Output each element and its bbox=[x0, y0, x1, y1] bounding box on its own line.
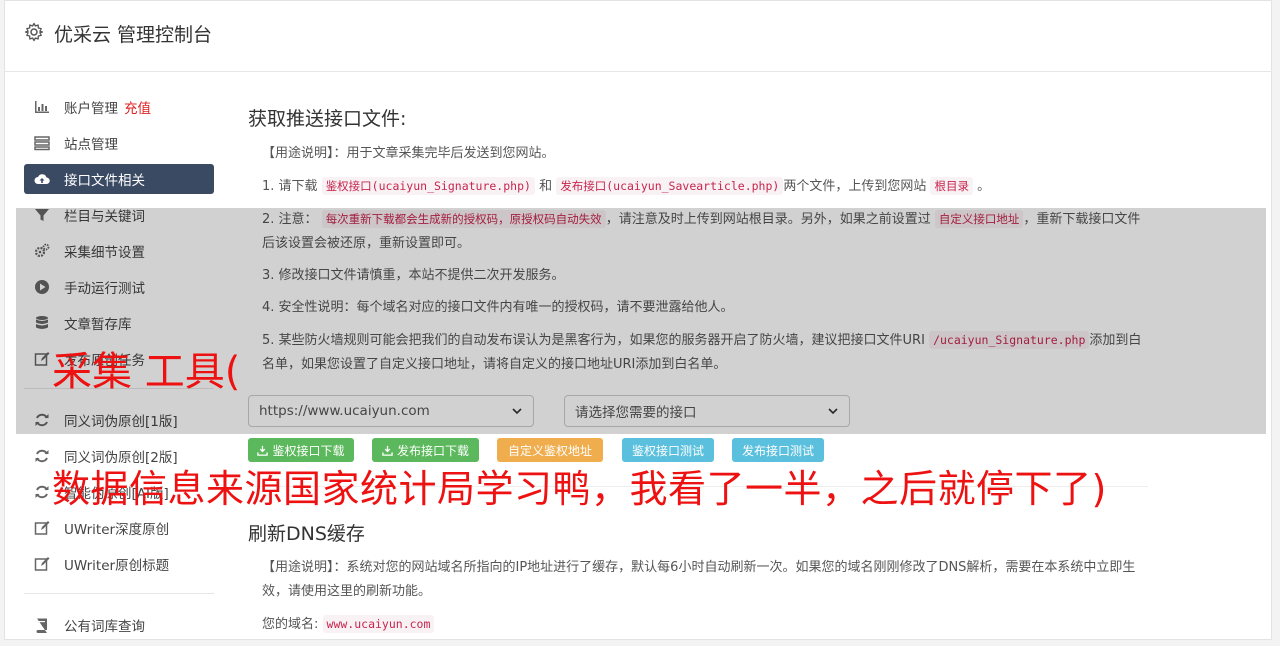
refresh-icon bbox=[35, 449, 49, 463]
step-5: 5. 某些防火墙规则可能会把我们的自动发布误认为是黑客行为，如果您的服务器开启了… bbox=[262, 328, 1152, 377]
step-text: 。 bbox=[977, 179, 991, 194]
sidebar-item-account[interactable]: 账户管理 充值 bbox=[24, 92, 214, 122]
code-snippet: 每次重新下载都会生成新的授权码，原授权码自动失效 bbox=[321, 210, 606, 228]
sidebar-item-label: 同义词伪原创[2版] bbox=[64, 450, 178, 466]
site-select[interactable]: https://www.ucaiyun.com bbox=[248, 395, 534, 427]
download-icon bbox=[382, 445, 393, 456]
sidebar-item-label: 文章暂存库 bbox=[64, 317, 132, 333]
button-label: 发布接口测试 bbox=[741, 443, 814, 458]
overlay-caption-line2: 数据信息来源国家统计局学习鸭，我看了一半，之后就停下了) bbox=[52, 467, 1107, 511]
sidebar-item-label: 站点管理 bbox=[64, 137, 118, 153]
sidebar-item-categories[interactable]: 栏目与关键词 bbox=[24, 200, 214, 230]
step-3: 3. 修改接口文件请慎重，本站不提供二次开发服务。 bbox=[262, 268, 565, 283]
button-label: 自定义鉴权地址 bbox=[507, 443, 592, 458]
step-text: 和 bbox=[539, 179, 553, 194]
step-text: 1. 请下载 bbox=[262, 179, 318, 194]
bar-chart-icon bbox=[35, 101, 49, 113]
sidebar-item-label: UWriter原创标题 bbox=[64, 558, 170, 574]
code-snippet: 鉴权接口(ucaiyun_Signature.php) bbox=[321, 177, 535, 195]
section-title-dns: 刷新DNS缓存 bbox=[248, 523, 365, 545]
top-bar: 优采云 管理控制台 bbox=[4, 0, 1272, 72]
sidebar-item-label: 同义词伪原创[1版] bbox=[64, 414, 178, 430]
chevron-down-icon bbox=[512, 408, 522, 415]
dns-usage-text: 【用途说明】：系统对您的网站域名所指向的IP地址进行了缓存，默认每6小时自动刷新… bbox=[262, 560, 1136, 599]
play-circle-icon bbox=[35, 280, 49, 294]
button-label: 鉴权接口测试 bbox=[631, 443, 704, 458]
sidebar-item-api-files[interactable]: 接口文件相关 bbox=[24, 164, 214, 194]
step-text: ，请注意及时上传到网站根目录。另外，如果之前设置过 bbox=[605, 212, 931, 227]
sidebar-item-synonym-v1[interactable]: 同义词伪原创[1版] bbox=[24, 405, 214, 435]
custom-auth-button[interactable]: 自定义鉴权地址 bbox=[497, 438, 603, 462]
button-label: 发布接口下载 bbox=[396, 443, 469, 458]
sidebar-item-collect-settings[interactable]: 采集细节设置 bbox=[24, 236, 214, 266]
sidebar-item-label: 栏目与关键词 bbox=[64, 209, 145, 225]
domain-value: www.ucaiyun.com bbox=[322, 615, 435, 633]
sidebar-item-label: UWriter深度原创 bbox=[64, 522, 170, 538]
sidebar-item-sites[interactable]: 站点管理 bbox=[24, 128, 214, 158]
sidebar-item-label: 采集细节设置 bbox=[64, 245, 145, 261]
test-publish-button[interactable]: 发布接口测试 bbox=[732, 438, 824, 462]
button-label: 鉴权接口下载 bbox=[272, 443, 345, 458]
site-select-value: https://www.ucaiyun.com bbox=[259, 403, 430, 419]
recharge-link[interactable]: 充值 bbox=[124, 97, 151, 117]
edit-icon bbox=[34, 521, 50, 535]
test-auth-button[interactable]: 鉴权接口测试 bbox=[622, 438, 714, 462]
sidebar-item-label: 公有词库查询 bbox=[64, 619, 145, 635]
download-icon bbox=[257, 445, 269, 456]
app-title: 优采云 管理控制台 bbox=[54, 24, 213, 46]
book-icon bbox=[36, 618, 47, 633]
step-text: 两个文件，上传到您网站 bbox=[783, 179, 927, 194]
download-publish-button[interactable]: 发布接口下载 bbox=[372, 438, 479, 462]
cloud-upload-icon bbox=[34, 174, 50, 184]
database-icon bbox=[36, 316, 48, 329]
code-snippet: 根目录 bbox=[930, 177, 973, 195]
refresh-icon bbox=[35, 485, 49, 499]
sidebar-item-uwriter-title[interactable]: UWriter原创标题 bbox=[24, 549, 214, 579]
step-1: 1. 请下载 鉴权接口(ucaiyun_Signature.php) 和 发布接… bbox=[262, 174, 1152, 199]
api-select-value: 请选择您需要的接口 bbox=[575, 405, 697, 421]
refresh-icon bbox=[35, 413, 49, 427]
cogs-icon bbox=[34, 243, 50, 258]
domain-label: 您的域名: bbox=[262, 617, 319, 632]
code-snippet: /ucaiyun_Signature.php bbox=[929, 331, 1090, 349]
step-4: 4. 安全性说明：每个域名对应的接口文件内有唯一的授权码，请不要泄露给他人。 bbox=[262, 300, 734, 315]
sidebar-item-label: 手动运行测试 bbox=[64, 281, 145, 297]
code-snippet: 自定义接口地址 bbox=[934, 210, 1024, 228]
sidebar-item-article-storage[interactable]: 文章暂存库 bbox=[24, 308, 214, 338]
code-snippet: 发布接口(ucaiyun_Savearticle.php) bbox=[556, 177, 784, 195]
sidebar-item-uwriter-deep[interactable]: UWriter深度原创 bbox=[24, 513, 214, 543]
sidebar-item-label: 接口文件相关 bbox=[64, 173, 145, 189]
step-text: 5. 某些防火墙规则可能会把我们的自动发布误认为是黑客行为，如果您的服务器开启了… bbox=[262, 333, 925, 348]
sidebar-item-label: 账户管理 bbox=[64, 101, 118, 117]
sidebar-divider bbox=[24, 593, 214, 594]
sidebar-item-manual-run[interactable]: 手动运行测试 bbox=[24, 272, 214, 302]
step-text: 2. 注意： bbox=[262, 212, 318, 227]
section-title-api-files: 获取推送接口文件: bbox=[248, 108, 407, 130]
download-auth-button[interactable]: 鉴权接口下载 bbox=[248, 438, 354, 462]
sidebar-item-public-thesaurus[interactable]: 公有词库查询 bbox=[24, 610, 214, 640]
edit-icon bbox=[34, 352, 50, 366]
domain-row: 您的域名: www.ucaiyun.com bbox=[262, 612, 1152, 637]
chevron-down-icon bbox=[828, 408, 838, 415]
overlay-caption-line1: 采集 工具( bbox=[52, 349, 241, 395]
usage-text: 【用途说明】：用于文章采集完毕后发送到您网站。 bbox=[262, 146, 555, 161]
step-2: 2. 注意： 每次重新下载都会生成新的授权码，原授权码自动失效 ，请注意及时上传到… bbox=[262, 207, 1152, 256]
gear-icon[interactable] bbox=[24, 22, 44, 42]
filter-icon bbox=[35, 209, 49, 221]
server-icon bbox=[34, 136, 50, 151]
edit-icon bbox=[34, 557, 50, 571]
api-select[interactable]: 请选择您需要的接口 bbox=[564, 395, 850, 427]
